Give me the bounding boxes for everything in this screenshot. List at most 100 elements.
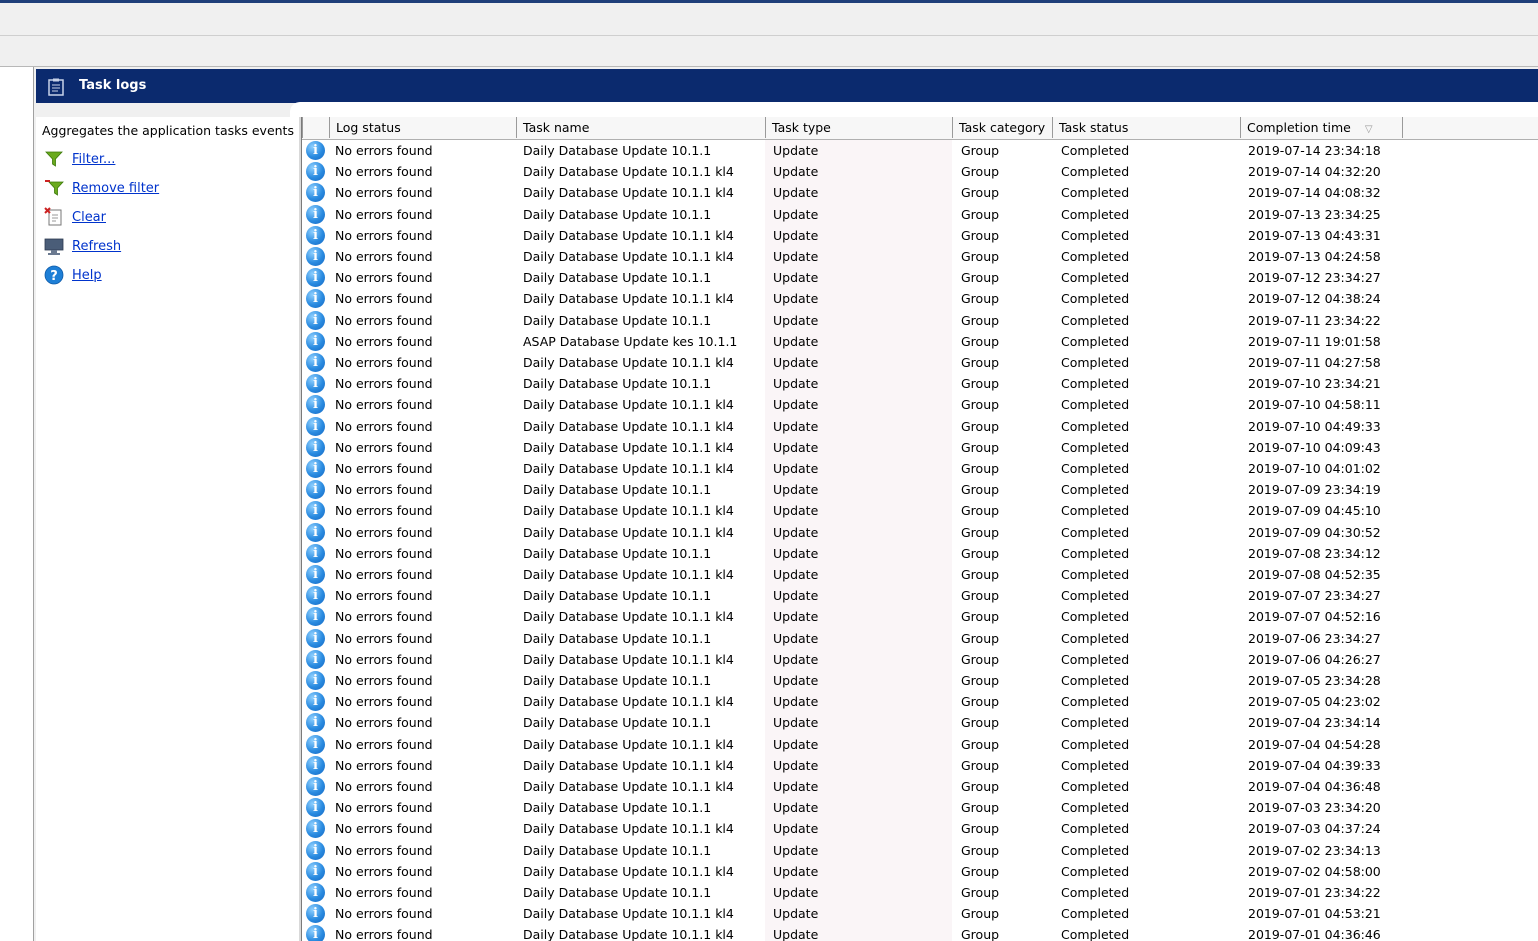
- cell-task-type: Update: [773, 757, 819, 773]
- cell-log-status: No errors found: [335, 779, 433, 794]
- cell-task-status: Completed: [1061, 397, 1130, 413]
- table-row[interactable]: i No errors found Daily Database Update 10…: [302, 903, 1538, 924]
- table-row[interactable]: i No errors found Daily Database Update 10…: [302, 182, 1538, 203]
- table-row[interactable]: i No errors found Daily Database Update 10…: [302, 712, 1538, 733]
- table-row[interactable]: i No errors found Daily Database Update 10…: [302, 649, 1538, 670]
- cell-log-status: No errors found: [335, 630, 433, 646]
- cell-task-type: Update: [773, 779, 819, 794]
- column-header-task-name[interactable]: Task name: [516, 117, 765, 138]
- table-row[interactable]: i No errors found Daily Database Update 10…: [302, 776, 1538, 797]
- cell-completion-time: 2019-07-10 04:58:11: [1248, 397, 1381, 413]
- cell-log-status: No errors found: [335, 927, 433, 941]
- table-row[interactable]: i No errors found Daily Database Update 10…: [302, 204, 1538, 225]
- table-row[interactable]: i No errors found Daily Database Update 10…: [302, 246, 1538, 267]
- info-icon: i: [306, 607, 325, 627]
- table-row[interactable]: i No errors found ASAP Database Update kes…: [302, 331, 1538, 352]
- cell-task-category: Group: [961, 376, 1000, 392]
- info-icon: i: [306, 904, 325, 924]
- remove-filter-link[interactable]: Remove filter: [72, 181, 159, 196]
- cell-task-category: Group: [961, 439, 1000, 455]
- remove-filter-action[interactable]: Remove filter: [44, 177, 159, 199]
- cell-log-status: No errors found: [335, 588, 433, 604]
- table-row[interactable]: i No errors found Daily Database Update 10…: [302, 818, 1538, 839]
- table-row[interactable]: i No errors found Daily Database Update 10…: [302, 479, 1538, 500]
- table-row[interactable]: i No errors found Daily Database Update 10…: [302, 543, 1538, 564]
- cell-task-category: Group: [961, 482, 1000, 498]
- table-row[interactable]: i No errors found Daily Database Update 10…: [302, 585, 1538, 606]
- column-header-completion-time[interactable]: Completion time ▽: [1240, 117, 1402, 138]
- table-row[interactable]: i No errors found Daily Database Update 10…: [302, 310, 1538, 331]
- info-icon: i: [306, 331, 325, 351]
- table-row[interactable]: i No errors found Daily Database Update 10…: [302, 416, 1538, 437]
- help-link[interactable]: Help: [72, 268, 102, 283]
- table-row[interactable]: i No errors found Daily Database Update 10…: [302, 861, 1538, 882]
- column-header-task-category[interactable]: Task category: [952, 117, 1052, 138]
- cell-task-name: Daily Database Update 10.1.1 kl4: [523, 927, 734, 941]
- cell-log-status: No errors found: [335, 376, 433, 392]
- clear-action[interactable]: Clear: [44, 206, 106, 228]
- table-row[interactable]: i No errors found Daily Database Update 10…: [302, 840, 1538, 861]
- actions-panel: Aggregates the application tasks events …: [36, 117, 299, 941]
- cell-task-status: Completed: [1061, 143, 1130, 158]
- cell-completion-time: 2019-07-04 04:36:48: [1248, 779, 1381, 794]
- table-row[interactable]: i No errors found Daily Database Update 10…: [302, 522, 1538, 543]
- table-row[interactable]: i No errors found Daily Database Update 10…: [302, 755, 1538, 776]
- cell-task-category: Group: [961, 630, 1000, 646]
- table-row[interactable]: i No errors found Daily Database Update 10…: [302, 628, 1538, 649]
- table-row[interactable]: i No errors found Daily Database Update 10…: [302, 691, 1538, 712]
- cell-completion-time: 2019-07-03 04:37:24: [1248, 821, 1381, 837]
- cell-log-status: No errors found: [335, 863, 433, 879]
- clear-link[interactable]: Clear: [72, 210, 106, 225]
- cell-task-type: Update: [773, 461, 819, 476]
- cell-task-name: ASAP Database Update kes 10.1.1: [523, 333, 738, 349]
- refresh-link[interactable]: Refresh: [72, 239, 121, 254]
- cell-task-type: Update: [773, 482, 819, 498]
- info-icon: i: [306, 798, 325, 818]
- table-row[interactable]: i No errors found Daily Database Update 10…: [302, 882, 1538, 903]
- cell-task-status: Completed: [1061, 800, 1130, 816]
- info-icon: i: [306, 777, 325, 796]
- refresh-action[interactable]: Refresh: [44, 235, 121, 257]
- cell-log-status: No errors found: [335, 143, 433, 158]
- table-row[interactable]: i No errors found Daily Database Update 10…: [302, 288, 1538, 309]
- cell-log-status: No errors found: [335, 524, 433, 540]
- filter-link[interactable]: Filter...: [72, 152, 115, 167]
- column-header-task-type[interactable]: Task type: [765, 117, 952, 138]
- table-row[interactable]: i No errors found Daily Database Update 10…: [302, 352, 1538, 373]
- cell-completion-time: 2019-07-06 04:26:27: [1248, 651, 1381, 667]
- table-row[interactable]: i No errors found Daily Database Update 10…: [302, 606, 1538, 627]
- cell-task-type: Update: [773, 291, 819, 307]
- table-row[interactable]: i No errors found Daily Database Update 10…: [302, 394, 1538, 415]
- cell-completion-time: 2019-07-11 04:27:58: [1248, 355, 1381, 370]
- table-row[interactable]: i No errors found Daily Database Update 10…: [302, 161, 1538, 182]
- cell-completion-time: 2019-07-10 04:01:02: [1248, 461, 1381, 476]
- cell-task-status: Completed: [1061, 164, 1130, 180]
- cell-task-type: Update: [773, 397, 819, 413]
- cell-task-name: Daily Database Update 10.1.1: [523, 800, 712, 816]
- column-header-icon[interactable]: [302, 117, 329, 138]
- table-row[interactable]: i No errors found Daily Database Update 10…: [302, 734, 1538, 755]
- tab-notch: [290, 102, 1538, 117]
- cell-task-status: Completed: [1061, 376, 1130, 392]
- table-row[interactable]: i No errors found Daily Database Update 10…: [302, 437, 1538, 458]
- table-row[interactable]: i No errors found Daily Database Update 10…: [302, 564, 1538, 585]
- help-icon: ?: [44, 265, 64, 285]
- table-row[interactable]: i No errors found Daily Database Update 10…: [302, 267, 1538, 288]
- table-row[interactable]: i No errors found Daily Database Update 10…: [302, 140, 1538, 161]
- cell-task-name: Daily Database Update 10.1.1 kl4: [523, 291, 734, 307]
- table-row[interactable]: i No errors found Daily Database Update 10…: [302, 797, 1538, 818]
- column-header-task-status[interactable]: Task status: [1052, 117, 1240, 138]
- filter-action[interactable]: Filter...: [44, 148, 115, 170]
- column-header-log-status[interactable]: Log status: [329, 117, 516, 138]
- cell-log-status: No errors found: [335, 609, 433, 625]
- table-row[interactable]: i No errors found Daily Database Update 10…: [302, 373, 1538, 394]
- info-icon: i: [306, 395, 325, 415]
- table-row[interactable]: i No errors found Daily Database Update 10…: [302, 458, 1538, 479]
- table-row[interactable]: i No errors found Daily Database Update 10…: [302, 670, 1538, 691]
- table-row[interactable]: i No errors found Daily Database Update 10…: [302, 225, 1538, 246]
- table-row[interactable]: i No errors found Daily Database Update 10…: [302, 500, 1538, 521]
- help-action[interactable]: ? Help: [44, 264, 102, 286]
- navigation-strip: [0, 67, 34, 941]
- table-row[interactable]: i No errors found Daily Database Update 10…: [302, 924, 1538, 941]
- cell-task-category: Group: [961, 227, 1000, 243]
